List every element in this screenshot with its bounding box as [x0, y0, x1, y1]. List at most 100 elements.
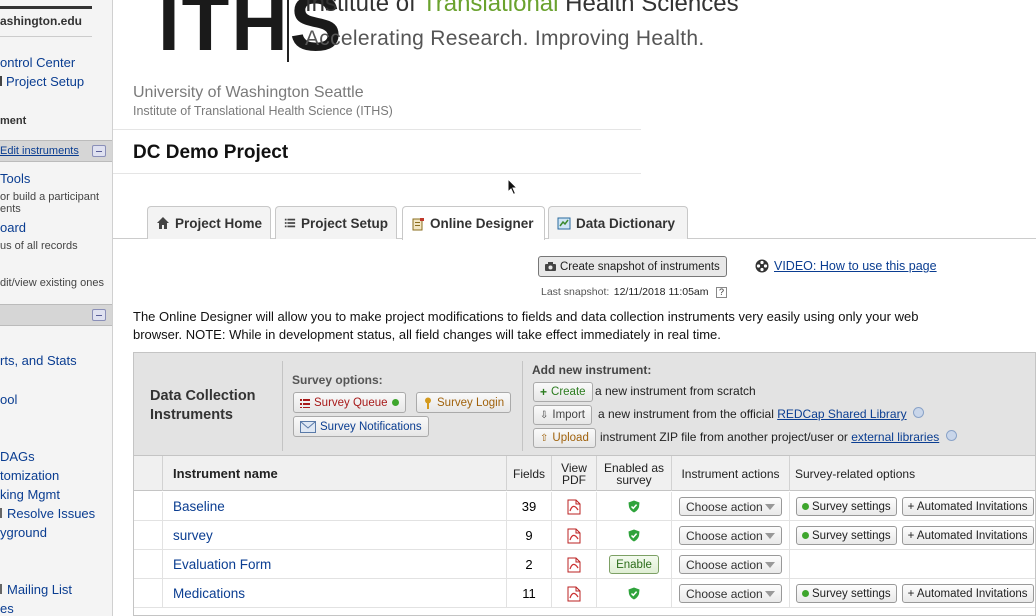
table-row: Evaluation Form 2 Enable Choose action — [134, 550, 1035, 579]
sidebar-domain: ashington.edu — [0, 14, 82, 28]
sidebar-item-dags[interactable]: DAGs — [0, 449, 35, 464]
help-icon[interactable]: ? — [715, 287, 727, 298]
field-count: 11 — [506, 579, 551, 608]
enabled-dot-icon — [802, 532, 809, 539]
sidebar-item-tool[interactable]: ool — [0, 392, 17, 407]
upload-instrument-button[interactable]: ⇧ Upload — [533, 428, 596, 448]
sidebar-item-tracking-mgmt[interactable]: king Mgmt — [0, 487, 60, 502]
header-survey-options: Survey-related options — [789, 456, 1035, 491]
info-icon[interactable] — [912, 407, 924, 418]
check-shield-icon — [628, 529, 640, 542]
tab-data-dictionary-label: Data Dictionary — [576, 215, 676, 231]
sidebar-item-control-center[interactable]: ontrol Center — [0, 55, 75, 70]
choose-action-dropdown[interactable]: Choose action — [679, 555, 782, 574]
tab-project-setup[interactable]: Project Setup — [275, 206, 397, 239]
choose-action-dropdown[interactable]: Choose action — [679, 526, 782, 545]
sidebar-item-es[interactable]: es — [0, 601, 14, 616]
row-drag-handle[interactable] — [134, 550, 162, 579]
survey-options-cell — [789, 550, 1035, 579]
upload-instrument-label: Upload — [552, 432, 589, 444]
main-content: ITHS Institute of Translational Health S… — [113, 0, 1036, 616]
designer-description: The Online Designer will allow you to ma… — [133, 309, 919, 342]
survey-enabled-status — [596, 579, 671, 608]
external-libraries-link[interactable]: external libraries — [851, 430, 939, 444]
sidebar-item-dashboard[interactable]: oard — [0, 220, 26, 235]
automated-invitations-label: + Automated Invitations — [907, 587, 1028, 600]
survey-settings-button[interactable]: Survey settings — [796, 584, 897, 603]
upload-desc-text: instrument ZIP file from another project… — [600, 430, 848, 444]
choose-action-dropdown[interactable]: Choose action — [679, 584, 782, 603]
panel-title-line1: Data Collection — [150, 388, 256, 404]
logo-divider — [287, 0, 289, 62]
survey-options-label: Survey options: — [292, 373, 383, 387]
header-enabled-as-survey: Enabled as survey — [596, 456, 671, 491]
automated-invitations-label: + Automated Invitations — [907, 529, 1028, 542]
pdf-icon — [567, 586, 581, 601]
sidebar-item-project-setup[interactable]: Project Setup — [0, 74, 84, 89]
automated-invitations-button[interactable]: + Automated Invitations — [901, 584, 1034, 603]
logo-line-1b: Translational — [421, 0, 559, 17]
list-icon — [300, 398, 310, 408]
instrument-name-link[interactable]: Medications — [162, 579, 506, 608]
view-pdf-button[interactable] — [551, 492, 596, 521]
row-drag-handle[interactable] — [134, 521, 162, 550]
import-instrument-desc: a new instrument from the official REDCa… — [598, 407, 924, 421]
pdf-icon — [567, 499, 581, 514]
instrument-actions-cell: Choose action — [671, 521, 789, 550]
survey-settings-button[interactable]: Survey settings — [796, 497, 897, 516]
sidebar-item-resolve-issues[interactable]: Resolve Issues — [0, 506, 95, 521]
survey-options-cell: Survey settings + Automated Invitations — [789, 579, 1035, 608]
sidebar-item-reports[interactable]: rts, and Stats — [0, 353, 77, 368]
view-pdf-button[interactable] — [551, 521, 596, 550]
survey-notifications-button[interactable]: Survey Notifications — [293, 416, 429, 437]
sidebar-item-tools[interactable]: Tools — [0, 171, 30, 186]
edit-instruments-link[interactable]: Edit instruments — [0, 145, 79, 157]
survey-settings-label: Survey settings — [812, 500, 891, 513]
view-pdf-button[interactable] — [551, 579, 596, 608]
info-icon[interactable] — [945, 430, 957, 441]
automated-invitations-button[interactable]: + Automated Invitations — [901, 497, 1034, 516]
row-drag-handle[interactable] — [134, 492, 162, 521]
upload-icon: ⇧ — [540, 432, 549, 444]
instruments-panel: Data Collection Instruments Survey optio… — [133, 352, 1036, 616]
survey-login-label: Survey Login — [437, 396, 505, 409]
instrument-name-link[interactable]: Evaluation Form — [162, 550, 506, 579]
import-instrument-button[interactable]: ⇩ Import — [533, 405, 592, 425]
enable-survey-button[interactable]: Enable — [609, 555, 659, 574]
choose-action-dropdown[interactable]: Choose action — [679, 497, 782, 516]
collapse-icon[interactable] — [92, 309, 106, 321]
instrument-name-link[interactable]: Baseline — [162, 492, 506, 521]
row-drag-handle[interactable] — [134, 579, 162, 608]
sidebar-item-mailing-list[interactable]: Mailing List — [0, 582, 72, 597]
tab-project-setup-label: Project Setup — [300, 215, 388, 231]
instrument-name-link[interactable]: survey — [162, 521, 506, 550]
survey-queue-button[interactable]: Survey Queue — [293, 392, 406, 413]
sidebar-edit-desc: dit/view existing ones — [0, 277, 104, 289]
survey-login-button[interactable]: Survey Login — [416, 392, 512, 413]
survey-queue-label: Survey Queue — [314, 396, 388, 409]
sidebar-dashboard-desc: us of all records — [0, 240, 78, 252]
header-fields: Fields — [506, 456, 551, 491]
create-instrument-button[interactable]: + Create — [533, 382, 593, 402]
automated-invitations-button[interactable]: + Automated Invitations — [901, 526, 1034, 545]
project-title: DC Demo Project — [133, 142, 289, 163]
upload-instrument-desc: instrument ZIP file from another project… — [600, 430, 957, 444]
key-icon — [425, 397, 431, 409]
tab-data-dictionary[interactable]: Data Dictionary — [548, 206, 688, 239]
home-icon — [156, 217, 169, 229]
video-help-link[interactable]: VIDEO: How to use this page — [755, 259, 937, 273]
header-divider — [113, 129, 641, 130]
instrument-actions-cell: Choose action — [671, 550, 789, 579]
header-separator — [522, 361, 523, 451]
tab-project-home[interactable]: Project Home — [147, 206, 271, 239]
tab-online-designer[interactable]: Online Designer — [402, 206, 545, 240]
shared-library-link[interactable]: REDCap Shared Library — [777, 407, 906, 421]
view-pdf-button[interactable] — [551, 550, 596, 579]
survey-settings-button[interactable]: Survey settings — [796, 526, 897, 545]
collapse-icon[interactable] — [92, 145, 106, 157]
create-snapshot-button[interactable]: Create snapshot of instruments — [538, 256, 727, 277]
automated-invitations-label: + Automated Invitations — [907, 500, 1028, 513]
sidebar-item-playground[interactable]: yground — [0, 525, 47, 540]
sidebar-item-customization[interactable]: tomization — [0, 468, 59, 483]
pdf-icon — [567, 557, 581, 572]
